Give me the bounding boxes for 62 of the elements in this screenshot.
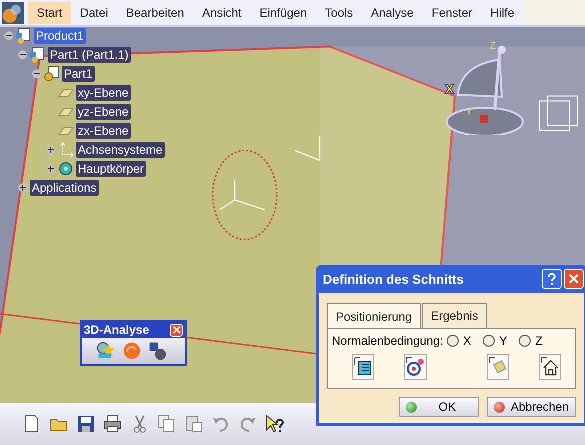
print-icon[interactable] [103, 414, 123, 434]
radio-button[interactable] [483, 335, 496, 347]
cube-sphere-icon[interactable] [148, 341, 168, 361]
collapse-icon[interactable] [4, 30, 14, 40]
save-icon[interactable] [76, 414, 96, 434]
menu-item[interactable]: Einfügen [250, 2, 316, 24]
menu-item[interactable]: Hilfe [482, 2, 524, 24]
copy-icon[interactable] [157, 414, 177, 434]
close-button[interactable] [564, 269, 584, 289]
question-mark-icon [547, 273, 557, 285]
collapse-icon[interactable] [18, 50, 28, 60]
dialog-title: Definition des Schnitts [323, 272, 465, 286]
radio-label: Z [535, 334, 543, 348]
menu-item[interactable]: Ansicht [193, 2, 251, 24]
tab[interactable]: Ergebnis [422, 303, 488, 328]
axis-icon [58, 142, 74, 158]
cancel-button[interactable]: Abbrechen [486, 397, 576, 417]
curvature-icon[interactable] [122, 341, 142, 361]
menu-item[interactable]: Fenster [422, 2, 482, 24]
radio-label: X [463, 334, 472, 348]
home-button[interactable] [538, 354, 561, 380]
document-icon [30, 46, 46, 62]
menu-item[interactable]: Start [28, 2, 72, 24]
expand-icon[interactable] [18, 182, 28, 192]
home-icon [540, 357, 560, 377]
radio-button[interactable] [447, 335, 460, 347]
field-label: Normalenbedingung: [332, 334, 444, 348]
tab[interactable]: Positionierung [327, 303, 422, 328]
collapse-icon[interactable] [32, 68, 42, 78]
menu-item[interactable]: Bearbeiten [117, 2, 194, 24]
toolbar-title: 3D-Analyse [84, 323, 150, 337]
swap-axis-button[interactable] [486, 354, 509, 380]
expand-icon[interactable] [46, 144, 56, 154]
target-axis-button[interactable] [404, 354, 426, 380]
ok-button[interactable]: OK [398, 397, 479, 417]
tree-item[interactable]: Achsensysteme [76, 142, 165, 158]
tree-item[interactable]: Product1 [34, 28, 86, 44]
tree-item[interactable]: yz-Ebene [76, 104, 131, 120]
close-icon [569, 274, 579, 284]
help-pointer-icon[interactable] [265, 414, 285, 434]
app-logo-icon[interactable] [2, 2, 24, 24]
radio-button[interactable] [519, 335, 532, 347]
tree-item[interactable]: Part1 [62, 66, 95, 82]
help-button[interactable] [542, 269, 562, 289]
list-icon [353, 357, 374, 377]
tree-item[interactable]: Part1 (Part1.1) [48, 46, 131, 62]
menu-item[interactable]: Tools [316, 2, 362, 24]
tree-item[interactable]: zx-Ebene [76, 122, 131, 138]
list-axis-button[interactable] [352, 354, 374, 380]
tree-item[interactable]: xy-Ebene [76, 84, 131, 100]
target-icon [405, 357, 426, 377]
expand-icon[interactable] [46, 164, 56, 174]
tree-item[interactable]: Hauptkörper [76, 160, 146, 176]
tree-item[interactable]: Applications [30, 180, 99, 196]
analysis-icon[interactable] [96, 341, 116, 361]
radio-label: Y [499, 334, 508, 348]
document-icon [16, 28, 32, 44]
menu-item[interactable]: Analyse [362, 2, 423, 24]
close-button[interactable] [170, 324, 183, 336]
paste-icon[interactable] [184, 414, 204, 434]
close-icon [172, 326, 180, 334]
menu-item[interactable]: Datei [71, 2, 118, 24]
